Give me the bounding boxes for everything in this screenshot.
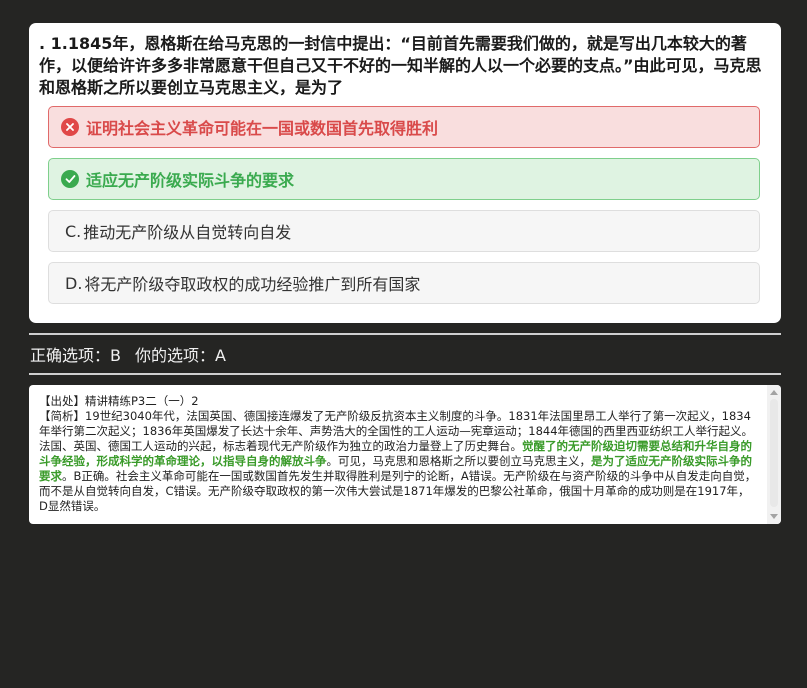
option-d[interactable]: D. 将无产阶级夺取政权的成功经验推广到所有国家	[48, 262, 760, 304]
analysis-source: 【出处】精讲精练P3二（一）2	[39, 394, 199, 408]
divider	[29, 373, 781, 375]
option-label: 证明社会主义革命可能在一国或数国首先取得胜利	[86, 119, 439, 138]
option-a-wrong[interactable]: 证明社会主义革命可能在一国或数国首先取得胜利	[48, 106, 760, 148]
check-circle-icon	[61, 170, 79, 188]
option-c[interactable]: C. 推动无产阶级从自觉转向自发	[48, 210, 760, 252]
x-circle-icon	[61, 118, 79, 136]
scroll-thumb[interactable]	[770, 399, 778, 507]
option-label: 推动无产阶级从自觉转向自发	[83, 223, 292, 242]
scroll-down-icon[interactable]	[770, 514, 778, 519]
question-card: . 1.1845年，恩格斯在给马克思的一封信中提出：“目前首先需要我们做的，就是…	[29, 23, 781, 323]
question-text: . 1.1845年，恩格斯在给马克思的一封信中提出：“目前首先需要我们做的，就是…	[39, 34, 762, 97]
analysis-panel[interactable]: 【出处】精讲精练P3二（一）2 【简析】19世纪3040年代，法国英国、德国接连…	[29, 385, 781, 524]
correct-answer-value: B	[110, 346, 121, 365]
answer-summary: 正确选项：B 你的选项：A	[30, 342, 226, 366]
analysis-text: 【出处】精讲精练P3二（一）2 【简析】19世纪3040年代，法国英国、德国接连…	[39, 394, 757, 514]
analysis-scrollbar[interactable]	[767, 385, 781, 524]
your-answer-label: 你的选项：	[135, 346, 216, 365]
your-answer-value: A	[215, 346, 226, 365]
analysis-body-2: 。可见，马克思和恩格斯之所以要创立马克思主义，	[326, 454, 592, 468]
option-prefix: C.	[65, 221, 82, 241]
option-label: 适应无产阶级实际斗争的要求	[86, 171, 295, 190]
option-b-correct[interactable]: 适应无产阶级实际斗争的要求	[48, 158, 760, 200]
scroll-up-icon[interactable]	[770, 390, 778, 395]
option-label: 将无产阶级夺取政权的成功经验推广到所有国家	[84, 275, 421, 294]
correct-answer-label: 正确选项：	[30, 346, 111, 365]
divider	[29, 333, 781, 335]
analysis-body-3: 。B正确。社会主义革命可能在一国或数国首先发生并取得胜利是列宁的论断，A错误。无…	[39, 469, 757, 513]
option-prefix: D.	[65, 273, 83, 293]
